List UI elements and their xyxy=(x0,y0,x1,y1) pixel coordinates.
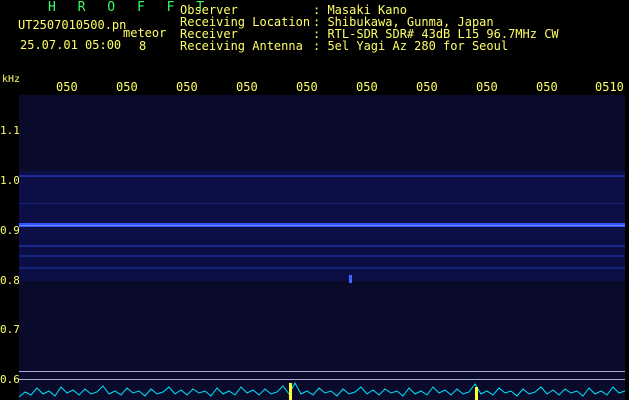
x-tick: 050 xyxy=(176,80,198,94)
signal-line-faint xyxy=(19,267,625,269)
x-tick: 0510 xyxy=(595,80,624,94)
spectrum-marker xyxy=(475,387,478,400)
x-tick: 050 xyxy=(116,80,138,94)
spectrogram-image xyxy=(19,95,625,400)
reference-line xyxy=(19,379,625,380)
x-tick: 050 xyxy=(356,80,378,94)
x-tick: 050 xyxy=(476,80,498,94)
signal-line-faint xyxy=(19,255,625,257)
reference-line xyxy=(19,371,625,372)
x-tick: 050 xyxy=(56,80,78,94)
meteor-label: meteor xyxy=(123,26,167,40)
spectrogram xyxy=(19,95,625,400)
carrier-signal-core xyxy=(19,225,625,226)
spectrum-marker xyxy=(289,383,292,400)
x-tick: 050 xyxy=(536,80,558,94)
x-tick: 050 xyxy=(416,80,438,94)
signal-line-faint xyxy=(19,175,625,177)
y-axis-unit: kHz xyxy=(2,74,21,85)
x-tick: 050 xyxy=(236,80,258,94)
y-tick: 1.0 xyxy=(0,174,20,187)
meteor-echo xyxy=(349,275,352,283)
y-tick: 1.1 xyxy=(0,124,20,137)
signal-line-faint xyxy=(19,203,625,204)
y-tick: 0.9 xyxy=(0,224,20,237)
y-tick: 0.7 xyxy=(0,323,20,336)
y-tick: 0.8 xyxy=(0,274,20,287)
x-tick: 050 xyxy=(296,80,318,94)
file-name: UT2507010500.pn xyxy=(18,18,127,32)
meteor-count: 8 xyxy=(139,39,147,53)
date-time: 25.07.01 05:00 xyxy=(20,38,122,52)
y-tick: 0.6 xyxy=(0,373,20,386)
info-value-antenna: : 5el Yagi Az 280 for Seoul xyxy=(313,39,509,53)
info-label-antenna: Receiving Antenna xyxy=(180,39,303,53)
signal-line-faint xyxy=(19,245,625,247)
